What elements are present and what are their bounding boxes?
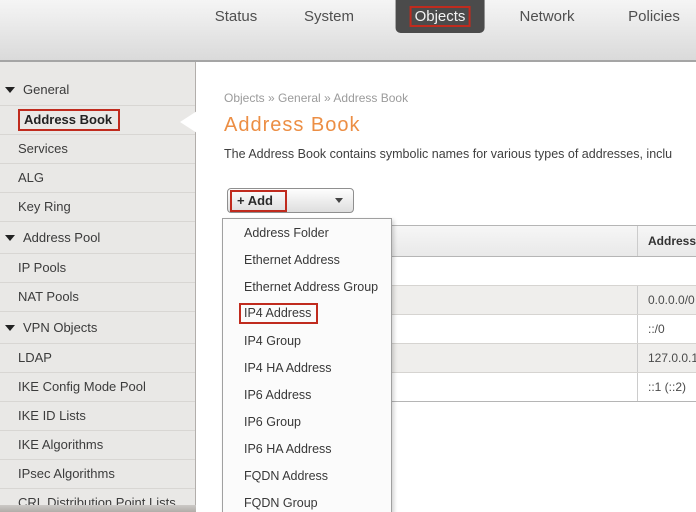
top-nav-bar: Status System Objects Network Policies	[0, 0, 696, 62]
menu-item-ip4-group[interactable]: IP4 Group	[223, 327, 391, 354]
sidebar-group-general[interactable]: General	[0, 74, 195, 105]
sidebar-item-label: Key Ring	[18, 199, 71, 214]
sidebar-item-nat-pools[interactable]: NAT Pools	[0, 282, 195, 312]
sidebar-item-label: IKE Algorithms	[18, 437, 103, 452]
sidebar-item-label: IPsec Algorithms	[18, 466, 115, 481]
annotation-red-box: IP4 Address	[239, 303, 318, 324]
sidebar-item-address-book[interactable]: Address Book	[0, 105, 195, 134]
sidebar-item-services[interactable]: Services	[0, 134, 195, 163]
sidebar-item-label: Services	[18, 141, 68, 156]
menu-item-ip6-address[interactable]: IP6 Address	[223, 381, 391, 408]
menu-item-label: FQDN Address	[244, 469, 328, 483]
sidebar-item-ike-algorithms[interactable]: IKE Algorithms	[0, 430, 195, 459]
menu-item-label: IP6 HA Address	[244, 442, 332, 456]
nav-tab-status[interactable]: Status	[215, 0, 258, 33]
menu-item-ip4-ha-address[interactable]: IP4 HA Address	[223, 354, 391, 381]
sidebar-item-alg[interactable]: ALG	[0, 163, 195, 192]
nav-tab-label: Policies	[628, 8, 680, 25]
menu-item-label: IP4 Group	[244, 334, 301, 348]
add-button-label: + Add	[237, 193, 273, 208]
table-cell-address: 127.0.0.1 (	[637, 344, 696, 372]
sidebar-group: General Address Book Services ALG Key Ri…	[0, 74, 195, 222]
sidebar-item-label: Address Book	[24, 112, 112, 127]
sidebar-item-label: IP Pools	[18, 260, 66, 275]
menu-item-label: Address Folder	[244, 226, 329, 240]
page-title: Address Book	[224, 114, 696, 137]
sidebar-item-label: ALG	[18, 170, 44, 185]
nav-tab-objects[interactable]: Objects	[396, 0, 485, 33]
sidebar-item-label: IKE ID Lists	[18, 408, 86, 423]
sidebar-group: Address Pool IP Pools NAT Pools	[0, 222, 195, 312]
sidebar-item-ike-config-mode-pool[interactable]: IKE Config Mode Pool	[0, 372, 195, 401]
annotation-red-box: + Add	[230, 190, 287, 212]
annotation-red-box: Address Book	[18, 109, 120, 131]
add-dropdown-menu: Address Folder Ethernet Address Ethernet…	[222, 218, 392, 512]
menu-item-address-folder[interactable]: Address Folder	[223, 219, 391, 246]
sidebar-group-vpn-objects[interactable]: VPN Objects	[0, 312, 195, 343]
menu-item-fqdn-address[interactable]: FQDN Address	[223, 462, 391, 489]
group-label: VPN Objects	[23, 320, 97, 335]
sidebar-item-ip-pools[interactable]: IP Pools	[0, 253, 195, 282]
app-window: Status System Objects Network Policies G…	[0, 0, 696, 512]
sidebar-bottom-strip	[0, 505, 196, 512]
sidebar-item-key-ring[interactable]: Key Ring	[0, 192, 195, 222]
sidebar-group: VPN Objects LDAP IKE Config Mode Pool IK…	[0, 312, 195, 512]
nav-tab-policies[interactable]: Policies	[628, 0, 680, 33]
nav-tab-network[interactable]: Network	[519, 0, 574, 33]
address-column-header[interactable]: Address	[637, 226, 696, 256]
nav-tab-label: Network	[519, 8, 574, 25]
page-description: The Address Book contains symbolic names…	[224, 147, 696, 161]
sidebar-item-label: IKE Config Mode Pool	[18, 379, 146, 394]
selected-item-arrow	[180, 111, 197, 133]
sidebar-item-ipsec-algorithms[interactable]: IPsec Algorithms	[0, 459, 195, 488]
sidebar-item-ike-id-lists[interactable]: IKE ID Lists	[0, 401, 195, 430]
nav-tab-label: System	[304, 8, 354, 25]
group-label: General	[23, 82, 69, 97]
menu-item-ip4-address[interactable]: IP4 Address	[223, 300, 391, 327]
annotation-red-box: Objects	[410, 6, 471, 27]
nav-tab-label: Objects	[415, 8, 466, 25]
sidebar-item-label: LDAP	[18, 350, 52, 365]
menu-item-ip6-group[interactable]: IP6 Group	[223, 408, 391, 435]
menu-item-label: IP6 Group	[244, 415, 301, 429]
table-cell-address: ::1 (::2)	[637, 373, 696, 401]
table-cell-address: ::/0	[637, 315, 696, 343]
caret-down-icon	[335, 198, 343, 203]
sidebar-item-label: NAT Pools	[18, 289, 79, 304]
sidebar-item-ldap[interactable]: LDAP	[0, 343, 195, 372]
menu-item-label: IP4 HA Address	[244, 361, 332, 375]
triangle-down-icon	[5, 87, 15, 93]
nav-tab-label: Status	[215, 8, 258, 25]
add-button[interactable]: + Add	[227, 188, 354, 213]
table-cell-address: 0.0.0.0/0	[637, 286, 696, 314]
menu-item-ip6-ha-address[interactable]: IP6 HA Address	[223, 435, 391, 462]
sidebar: General Address Book Services ALG Key Ri…	[0, 62, 196, 512]
menu-item-label: IP4 Address	[244, 306, 311, 320]
nav-tab-system[interactable]: System	[304, 0, 354, 33]
triangle-down-icon	[5, 235, 15, 241]
menu-item-fqdn-group[interactable]: FQDN Group	[223, 489, 391, 512]
menu-item-ethernet-address-group[interactable]: Ethernet Address Group	[223, 273, 391, 300]
triangle-down-icon	[5, 325, 15, 331]
menu-item-label: Ethernet Address Group	[244, 280, 378, 294]
group-label: Address Pool	[23, 230, 100, 245]
menu-item-ethernet-address[interactable]: Ethernet Address	[223, 246, 391, 273]
menu-item-label: IP6 Address	[244, 388, 311, 402]
menu-item-label: Ethernet Address	[244, 253, 340, 267]
breadcrumb: Objects » General » Address Book	[224, 91, 696, 105]
menu-item-label: FQDN Group	[244, 496, 318, 510]
sidebar-group-address-pool[interactable]: Address Pool	[0, 222, 195, 253]
